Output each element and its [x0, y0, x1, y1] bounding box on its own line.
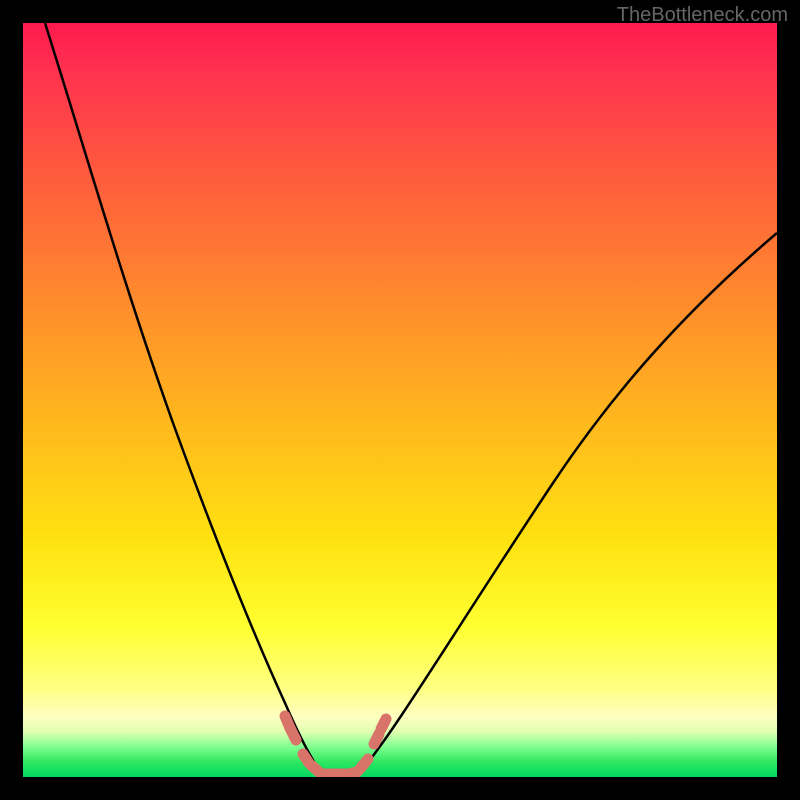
left-curve: [45, 23, 325, 775]
chart-svg: [23, 23, 777, 777]
right-curve: [358, 233, 777, 775]
bottom-dash-markers: [285, 716, 386, 774]
plot-area: [23, 23, 777, 777]
watermark-text: TheBottleneck.com: [617, 4, 788, 27]
